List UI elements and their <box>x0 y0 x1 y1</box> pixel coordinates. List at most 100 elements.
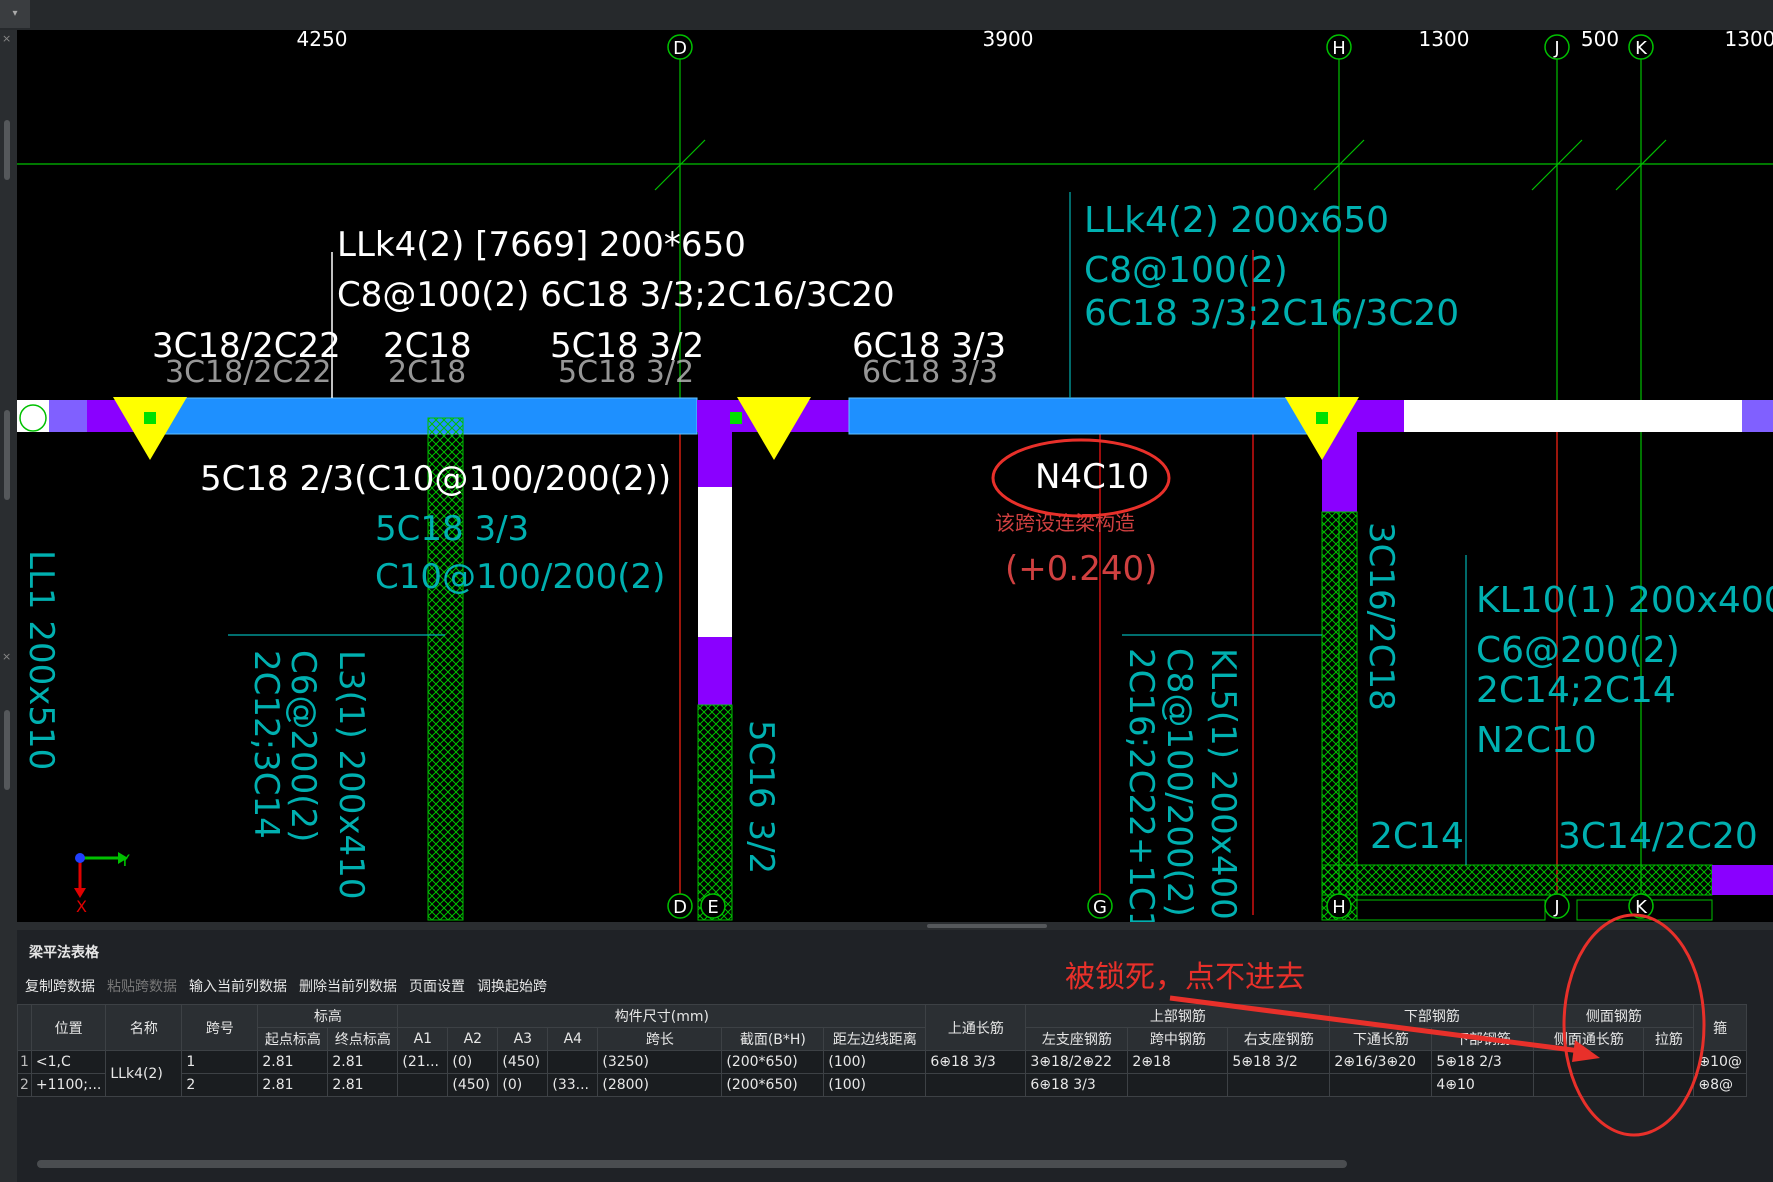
table-cell[interactable]: 2.81 <box>327 1050 399 1074</box>
close-icon[interactable]: × <box>2 650 11 663</box>
table-cell[interactable]: (0) <box>447 1050 499 1074</box>
table-cell[interactable] <box>1643 1050 1695 1074</box>
col-header: 名称 <box>105 1004 183 1051</box>
copy-span-button[interactable]: 复制跨数据 <box>25 976 95 998</box>
dropdown-icon[interactable]: ▾ <box>0 0 30 28</box>
col-header: 跨号 <box>181 1004 259 1051</box>
table-cell[interactable]: (2800) <box>597 1073 723 1097</box>
close-icon[interactable]: × <box>2 32 11 45</box>
table-cell[interactable] <box>1127 1073 1229 1097</box>
row-number: 2 <box>17 1073 32 1097</box>
table-cell[interactable]: 2.81 <box>257 1050 329 1074</box>
beam-stirrup-label[interactable]: C8@100(2) 6C18 3/3;2C16/3C20 <box>337 275 895 315</box>
table-cell[interactable] <box>397 1073 449 1097</box>
table-cell[interactable]: ⊕10@ <box>1693 1050 1747 1074</box>
cyan-beam-label: KL10(1) 200x400 <box>1476 580 1773 621</box>
group-header: 下部钢筋 <box>1329 1004 1535 1028</box>
col-header: 起点标高 <box>257 1027 329 1051</box>
col-header: 下通长筋 <box>1329 1027 1433 1051</box>
left-dock-strip: × × <box>0 30 17 1182</box>
cyan-beam-label: 2C16;2C22+1C18 <box>1121 648 1161 924</box>
table-cell[interactable]: 2 <box>181 1073 259 1097</box>
table-cell[interactable]: +1100;... <box>30 1073 107 1097</box>
page-setup-button[interactable]: 页面设置 <box>409 976 465 998</box>
row-number: 1 <box>17 1050 32 1074</box>
table-cell[interactable]: 2⊕18 <box>1127 1050 1229 1074</box>
table-cell[interactable]: (100) <box>823 1050 927 1074</box>
table-cell[interactable] <box>1643 1073 1695 1097</box>
table-cell[interactable]: 6⊕18 3/3 <box>1025 1073 1129 1097</box>
support-rebar-label[interactable]: 5C18 3/2 <box>550 326 704 366</box>
horizontal-scrollbar[interactable] <box>37 1160 1347 1168</box>
table-cell[interactable]: 5⊕18 3/2 <box>1227 1050 1331 1074</box>
axis-label: D <box>673 38 687 59</box>
splitter-grip[interactable] <box>927 924 1047 928</box>
table-cell[interactable]: 4⊕10 <box>1431 1073 1535 1097</box>
table-cell[interactable]: LLk4(2) <box>105 1050 183 1097</box>
dimension-text: 1300 <box>1725 30 1773 51</box>
swap-start-span-button[interactable]: 调换起始跨 <box>477 976 547 998</box>
axis-label: J <box>1553 38 1559 59</box>
table-cell[interactable]: (450) <box>497 1050 549 1074</box>
beam-table[interactable]: 位置 名称 跨号 标高 构件尺寸(mm) 上通长筋 上部钢筋 下部钢筋 侧面钢筋… <box>17 1004 1747 1097</box>
cyan-beam-label: 3C16/2C18 <box>1361 522 1401 711</box>
table-cell[interactable]: (200*650) <box>721 1073 825 1097</box>
group-header: 上部钢筋 <box>1025 1004 1331 1028</box>
dock-scrollbar[interactable] <box>4 120 10 180</box>
table-row[interactable]: 1 <1,C LLk4(2) 1 2.81 2.81 (21... (0) (4… <box>17 1050 1747 1097</box>
cyan-beam-label: LLk4(2) 200x650 <box>1084 200 1389 241</box>
table-cell[interactable]: (0) <box>497 1073 549 1097</box>
col-header: 跨中钢筋 <box>1127 1027 1229 1051</box>
axis-label: G <box>1093 897 1107 918</box>
support-rebar-label[interactable]: 3C18/2C22 <box>152 326 341 366</box>
table-cell[interactable]: 2⊕16/3⊕20 <box>1329 1050 1433 1074</box>
table-cell[interactable]: (450) <box>447 1073 499 1097</box>
col-header: 拉筋 <box>1643 1027 1695 1051</box>
side-cont-cell <box>1533 1050 1645 1074</box>
input-column-button[interactable]: 输入当前列数据 <box>189 976 287 998</box>
panel-splitter[interactable] <box>17 922 1773 930</box>
table-cell[interactable]: 6⊕18 3/3 <box>925 1050 1027 1074</box>
delete-column-button[interactable]: 删除当前列数据 <box>299 976 397 998</box>
side-rebar-label[interactable]: N4C10 <box>1035 457 1149 497</box>
table-cell[interactable] <box>1227 1073 1331 1097</box>
table-cell[interactable]: ⊕8@ <box>1693 1073 1747 1097</box>
axis-label: E <box>707 897 718 918</box>
panel-title: 梁平法表格 <box>29 945 99 961</box>
table-cell[interactable]: 3⊕18/2⊕22 <box>1025 1050 1129 1074</box>
table-cell[interactable] <box>925 1073 1027 1097</box>
table-cell[interactable]: (100) <box>823 1073 927 1097</box>
table-cell[interactable] <box>547 1050 599 1074</box>
group-header: 侧面钢筋 <box>1533 1004 1695 1028</box>
cyan-beam-label: KL5(1) 200x400 <box>1203 648 1243 920</box>
paste-span-button: 粘贴跨数据 <box>107 979 177 995</box>
ucs-y-label: Y <box>119 851 130 870</box>
dock-scrollbar[interactable] <box>4 410 10 500</box>
axis-label: K <box>1635 897 1648 918</box>
table-cell[interactable]: (33... <box>547 1073 599 1097</box>
bottom-rebar-label[interactable]: 5C18 2/3(C10@100/200(2)) <box>200 459 671 499</box>
table-cell[interactable]: 1 <box>181 1050 259 1074</box>
axis-label: H <box>1332 897 1346 918</box>
elevation-label: (+0.240) <box>1005 549 1157 589</box>
midspan-rebar-label[interactable]: 2C18 <box>383 326 472 366</box>
table-cell[interactable]: (200*650) <box>721 1050 825 1074</box>
ucs-x-label: X <box>76 897 87 916</box>
table-cell[interactable]: (21... <box>397 1050 449 1074</box>
axis-label: H <box>1332 38 1346 59</box>
table-cell[interactable]: <1,C <box>30 1050 107 1074</box>
top-toolbar: ▾ <box>0 0 1773 30</box>
table-cell[interactable]: 5⊕18 2/3 <box>1431 1050 1535 1074</box>
cad-drawing-canvas[interactable]: D H J K D E G H J K 4250 3900 1300 500 1… <box>17 27 1773 954</box>
table-cell[interactable]: 2.81 <box>327 1073 399 1097</box>
support-rebar-label[interactable]: 6C18 3/3 <box>852 326 1006 366</box>
col-header: 右支座钢筋 <box>1227 1027 1331 1051</box>
dock-scrollbar[interactable] <box>4 710 10 790</box>
table-row[interactable]: 2 +1100;... 2 2.81 2.81 (450) (0) (33...… <box>17 1073 1747 1097</box>
cyan-beam-label: 2C14;2C14 <box>1476 670 1676 711</box>
table-cell[interactable]: (3250) <box>597 1050 723 1074</box>
table-cell[interactable] <box>1329 1073 1433 1097</box>
beam-name-label[interactable]: LLk4(2) [7669] 200*650 <box>337 225 746 265</box>
dimension-text: 500 <box>1581 30 1619 51</box>
table-cell[interactable]: 2.81 <box>257 1073 329 1097</box>
